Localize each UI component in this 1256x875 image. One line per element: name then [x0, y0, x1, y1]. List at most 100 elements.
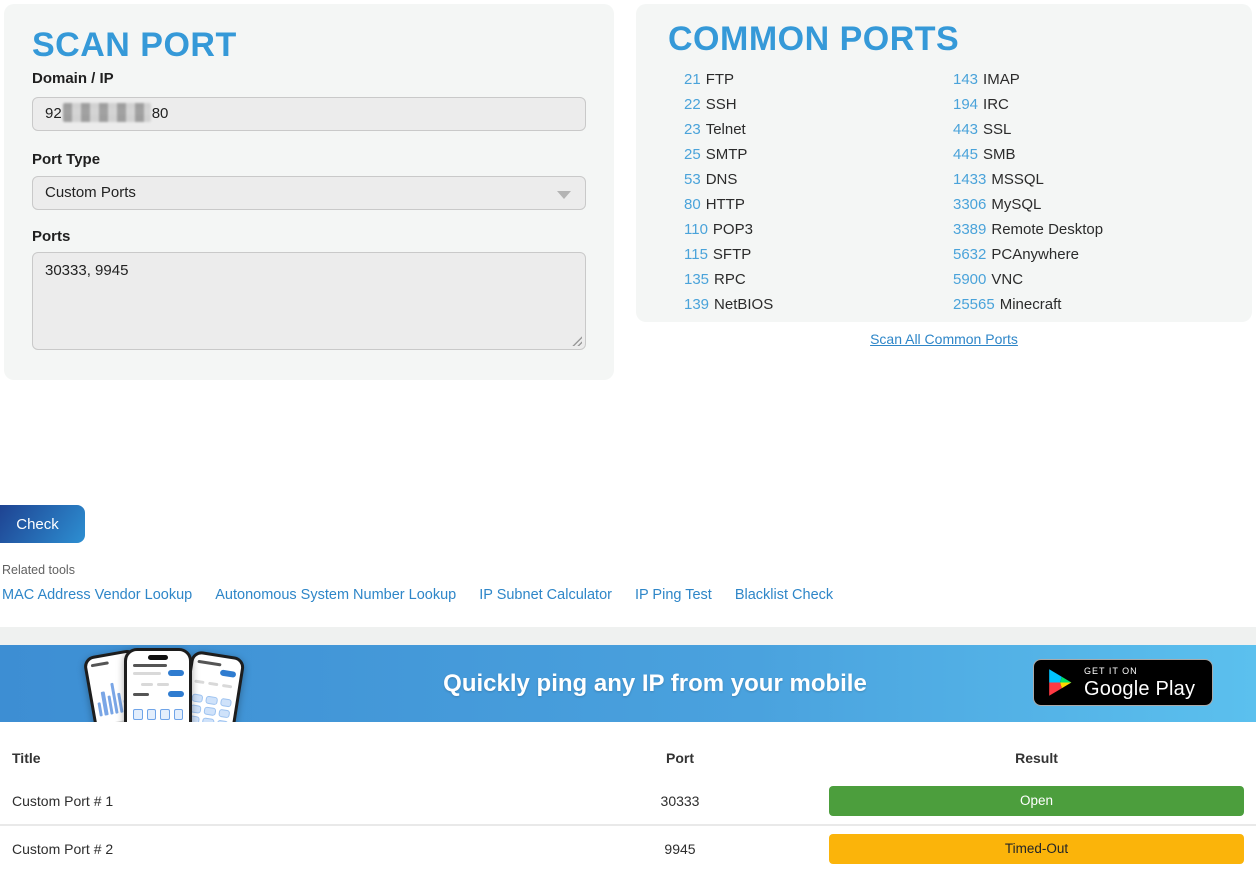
google-play-badge[interactable]: GET IT ON Google Play [1033, 659, 1213, 706]
header-port: Port [580, 750, 780, 766]
port-type-select[interactable]: Custom Ports [32, 176, 586, 210]
port-name: SSL [983, 121, 1011, 138]
port-number: 143 [953, 71, 978, 88]
common-ports-title: COMMON PORTS [668, 20, 959, 59]
header-result: Result [829, 750, 1244, 766]
common-ports-col-right: 143 IMAP 194 IRC 443 SSL 445 SMB 1433 MSSQL 3306My… [953, 67, 1103, 317]
scan-results-table: Title Port Result Custom Port # 1 30333 Op… [0, 738, 1256, 872]
port-number: 443 [953, 121, 978, 138]
result-cell: Open [829, 786, 1244, 816]
port-name: Telnet [706, 121, 746, 138]
common-port-item: 5632 PCAnywhere [953, 242, 1103, 267]
results-header-row: Title Port Result [0, 738, 1256, 778]
port-number: 5632 [953, 246, 986, 263]
common-ports-col-left: 21 FTP 22SSH23Telnet 25 SMTP 53 DNS 80HTTP 110 PO… [684, 67, 773, 317]
common-port-item: 3306MySQL [953, 192, 1103, 217]
port-number: 445 [953, 146, 978, 163]
google-play-text: GET IT ON Google Play [1084, 667, 1195, 699]
port-number: 80 [684, 196, 701, 213]
common-port-item: 3389Remote Desktop [953, 217, 1103, 242]
domain-ip-prefix: 92 [45, 105, 62, 122]
banner-title: Quickly ping any IP from your mobile [350, 645, 960, 722]
phone-mockups [80, 645, 270, 722]
common-port-item: 80HTTP [684, 192, 773, 217]
port-number: 194 [953, 96, 978, 113]
common-port-item: 445 SMB [953, 142, 1103, 167]
common-port-item: 25565 Minecraft [953, 292, 1103, 317]
port-name: SMB [983, 146, 1016, 163]
port-name: PCAnywhere [991, 246, 1079, 263]
mini-result-pills [188, 693, 232, 722]
status-badge: Timed-Out [829, 834, 1244, 864]
common-port-item: 25 SMTP [684, 142, 773, 167]
chevron-down-icon [557, 191, 571, 199]
port-name: Remote Desktop [991, 221, 1103, 238]
common-port-item: 443 SSL [953, 117, 1103, 142]
port-name: MSSQL [991, 171, 1044, 188]
mobile-app-promo-banner: Quickly ping any IP from your mobile GET… [0, 645, 1256, 722]
port-name: SFTP [713, 246, 751, 263]
scan-all-wrapper: Scan All Common Ports [636, 331, 1252, 349]
common-port-item: 135RPC [684, 267, 773, 292]
result-title: Custom Port # 1 [12, 793, 113, 809]
common-port-item: 53 DNS [684, 167, 773, 192]
header-title: Title [12, 750, 41, 766]
common-port-item: 194 IRC [953, 92, 1103, 117]
common-ports-panel: COMMON PORTS 21 FTP 22SSH23Telnet 25 SMTP 53 D… [636, 4, 1252, 322]
common-port-item: 1433 MSSQL [953, 167, 1103, 192]
port-number: 22 [684, 96, 701, 113]
related-tool-link[interactable]: IP Ping Test [635, 587, 712, 603]
common-port-item: 115SFTP [684, 242, 773, 267]
related-tools-label: Related tools [2, 563, 75, 577]
port-type-selected-value: Custom Ports [45, 184, 136, 201]
mini-tool-icons [133, 709, 183, 720]
related-tool-link[interactable]: Blacklist Check [735, 587, 833, 603]
scan-all-common-ports-link[interactable]: Scan All Common Ports [870, 331, 1018, 347]
result-port: 9945 [580, 841, 780, 857]
result-port: 30333 [580, 793, 780, 809]
port-number: 1433 [953, 171, 986, 188]
port-number: 53 [684, 171, 701, 188]
check-button[interactable]: Check [0, 505, 85, 543]
ports-value: 30333, 9945 [45, 262, 128, 279]
redacted-ip-blur [63, 103, 151, 122]
result-cell: Timed-Out [829, 834, 1244, 864]
domain-ip-input[interactable]: 92 80 [32, 97, 586, 131]
port-name: FTP [706, 71, 734, 88]
port-number: 25565 [953, 296, 995, 313]
resize-handle-icon[interactable] [570, 334, 582, 346]
scan-port-title: SCAN PORT [32, 26, 237, 65]
section-divider-strip [0, 627, 1256, 645]
result-row: Custom Port # 1 30333 Open [0, 778, 1256, 824]
port-name: POP3 [713, 221, 753, 238]
common-port-item: 143 IMAP [953, 67, 1103, 92]
phone-mockup-center [124, 648, 192, 722]
port-name: IMAP [983, 71, 1020, 88]
port-number: 25 [684, 146, 701, 163]
phone-notch [148, 655, 168, 660]
port-name: MySQL [991, 196, 1041, 213]
results-body: Custom Port # 1 30333 Open Custom Port # 2 9… [0, 778, 1256, 872]
result-title: Custom Port # 2 [12, 841, 113, 857]
port-number: 21 [684, 71, 701, 88]
domain-ip-label: Domain / IP [32, 70, 114, 87]
port-name: IRC [983, 96, 1009, 113]
port-name: NetBIOS [714, 296, 773, 313]
result-row: Custom Port # 2 9945 Timed-Out [0, 826, 1256, 872]
related-tool-link[interactable]: Autonomous System Number Lookup [215, 587, 456, 603]
domain-ip-suffix: 80 [152, 105, 169, 122]
port-name: Minecraft [1000, 296, 1062, 313]
ports-textarea[interactable]: 30333, 9945 [32, 252, 586, 350]
common-port-item: 139NetBIOS [684, 292, 773, 317]
port-name: SMTP [706, 146, 748, 163]
google-play-label: Google Play [1084, 679, 1195, 699]
related-tool-link[interactable]: IP Subnet Calculator [479, 587, 612, 603]
port-name: DNS [706, 171, 738, 188]
port-name: RPC [714, 271, 746, 288]
common-port-item: 23Telnet [684, 117, 773, 142]
port-number: 110 [684, 221, 708, 238]
related-tools-links: MAC Address Vendor Lookup Autonomous Syst… [2, 587, 833, 603]
common-port-item: 21 FTP [684, 67, 773, 92]
common-port-item: 22SSH [684, 92, 773, 117]
related-tool-link[interactable]: MAC Address Vendor Lookup [2, 587, 192, 603]
